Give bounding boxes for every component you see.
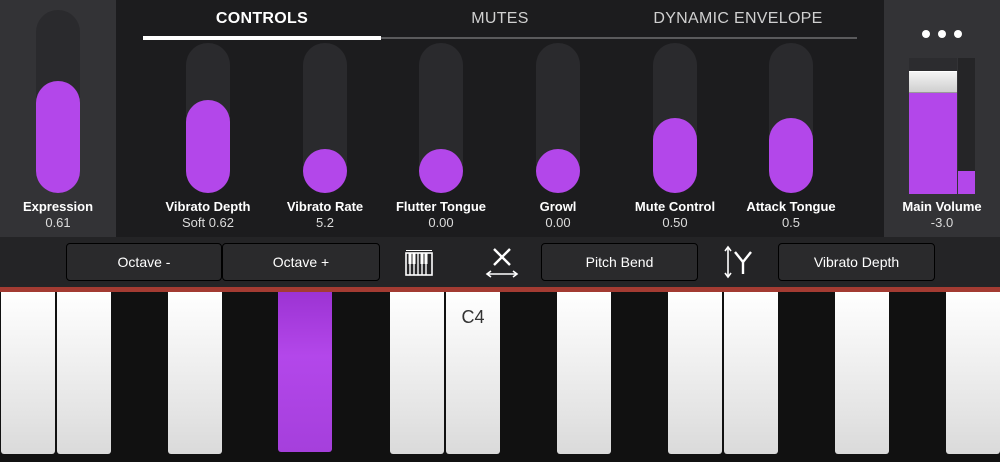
y-axis-assignment-button[interactable]: Vibrato Depth <box>778 243 935 281</box>
flutter-tongue-label: Flutter Tongue <box>395 199 487 214</box>
octave-down-button[interactable]: Octave - <box>66 243 222 281</box>
piano-black-key-active[interactable] <box>278 292 332 452</box>
piano-white-key[interactable] <box>57 292 111 454</box>
attack-tongue-label: Attack Tongue <box>746 199 836 214</box>
expression-slider-group: Expression 0.61 <box>0 0 116 237</box>
piano-white-key[interactable] <box>390 292 444 454</box>
x-axis-icon[interactable] <box>484 245 520 279</box>
vibrato-depth-value: Soft 0.62 <box>181 215 235 230</box>
piano-white-key[interactable] <box>557 292 611 454</box>
level-meter-fill <box>958 171 975 194</box>
main-volume-handle[interactable] <box>909 71 957 93</box>
main-volume-value: -3.0 <box>930 215 954 230</box>
mute-control-slider[interactable] <box>653 43 697 193</box>
growl-value: 0.00 <box>545 215 571 230</box>
expression-value: 0.61 <box>45 215 71 230</box>
expression-slider[interactable] <box>36 10 80 193</box>
more-options-button[interactable] <box>918 24 966 44</box>
piano-keys-icon[interactable] <box>404 249 434 277</box>
vibrato-rate-slider-fill <box>303 149 347 193</box>
growl-slider[interactable] <box>536 43 580 193</box>
mute-control-label: Mute Control <box>634 199 716 214</box>
piano-white-key[interactable] <box>668 292 722 454</box>
vibrato-rate-value: 5.2 <box>315 215 335 230</box>
vibrato-depth-slider-fill <box>186 100 230 193</box>
x-axis-assignment-button[interactable]: Pitch Bend <box>541 243 698 281</box>
expression-slider-fill <box>36 81 80 193</box>
vibrato-depth-slider-group: Vibrato Depth Soft 0.62 <box>150 0 266 237</box>
vibrato-depth-label: Vibrato Depth <box>165 199 251 214</box>
level-meter <box>958 58 975 194</box>
y-axis-icon[interactable] <box>720 244 756 280</box>
growl-label: Growl <box>539 199 577 214</box>
piano-white-key[interactable] <box>946 292 1000 454</box>
piano-white-key[interactable] <box>1 292 55 454</box>
vibrato-rate-slider[interactable] <box>303 43 347 193</box>
vibrato-rate-slider-group: Vibrato Rate 5.2 <box>267 0 383 237</box>
attack-tongue-slider[interactable] <box>769 43 813 193</box>
flutter-tongue-value: 0.00 <box>428 215 454 230</box>
attack-tongue-slider-fill <box>769 118 813 193</box>
flutter-tongue-slider-fill <box>419 149 463 193</box>
growl-slider-group: Growl 0.00 <box>500 0 616 237</box>
flutter-tongue-slider-group: Flutter Tongue 0.00 <box>383 0 499 237</box>
flutter-tongue-slider[interactable] <box>419 43 463 193</box>
more-horizontal-icon <box>938 30 946 38</box>
vibrato-depth-slider[interactable] <box>186 43 230 193</box>
vibrato-rate-label: Vibrato Rate <box>286 199 364 214</box>
expression-label: Expression <box>22 199 94 214</box>
piano-white-key[interactable] <box>724 292 778 454</box>
note-label: C4 <box>461 307 485 327</box>
mute-control-slider-fill <box>653 118 697 193</box>
more-horizontal-icon <box>954 30 962 38</box>
more-horizontal-icon <box>922 30 930 38</box>
piano-keyboard: C4 <box>0 292 1000 462</box>
piano-white-key[interactable] <box>168 292 222 454</box>
growl-slider-fill <box>536 149 580 193</box>
piano-white-key[interactable] <box>835 292 889 454</box>
octave-up-button[interactable]: Octave + <box>222 243 380 281</box>
mute-control-slider-group: Mute Control 0.50 <box>617 0 733 237</box>
main-volume-label: Main Volume <box>902 199 982 214</box>
attack-tongue-slider-group: Attack Tongue 0.5 <box>733 0 849 237</box>
mute-control-value: 0.50 <box>662 215 688 230</box>
attack-tongue-value: 0.5 <box>781 215 801 230</box>
